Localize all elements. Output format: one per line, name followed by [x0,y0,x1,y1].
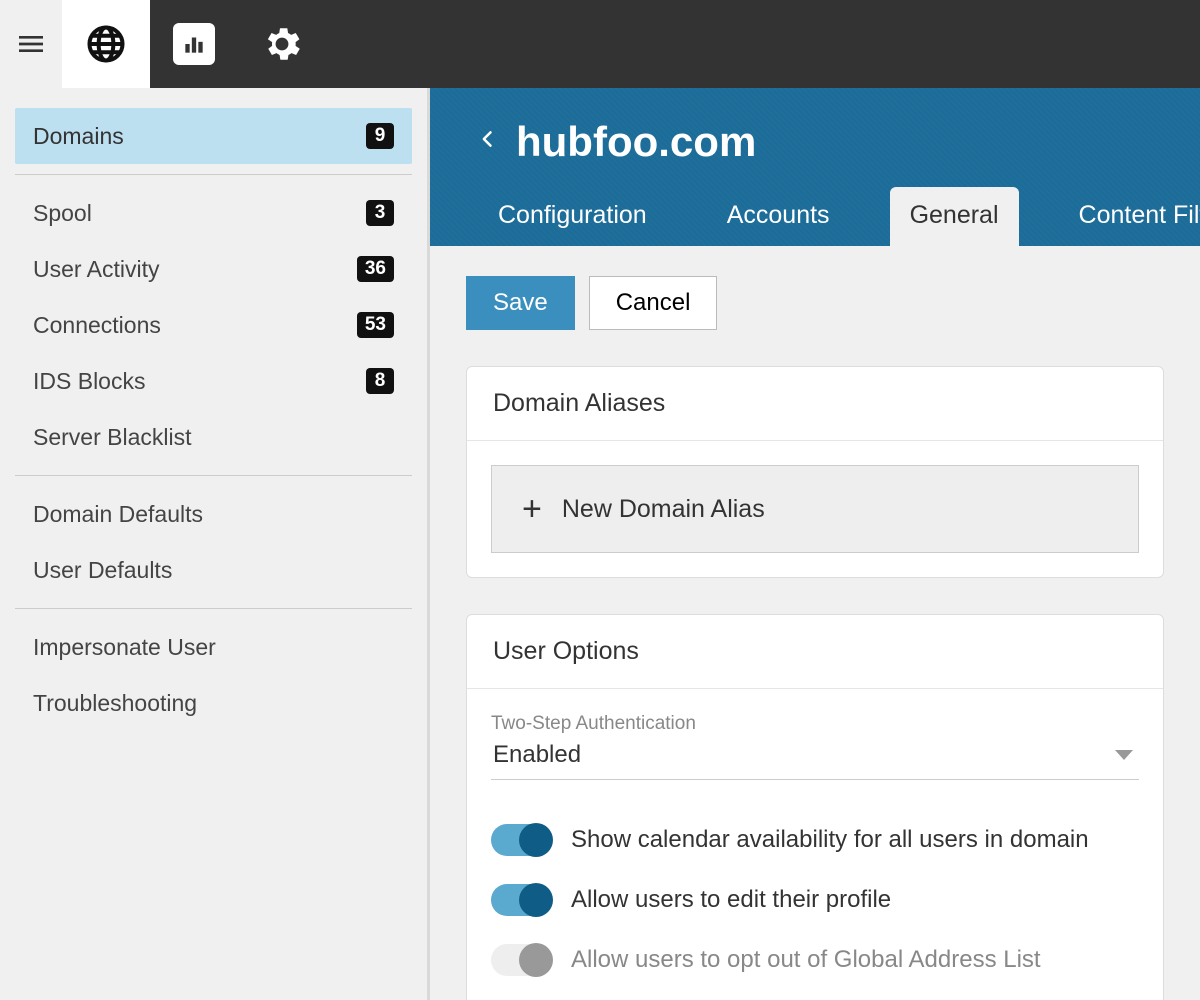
cancel-button[interactable]: Cancel [589,276,718,330]
tab-content-filtering[interactable]: Content Filtering [1059,187,1200,246]
toggle-edit-profile: Allow users to edit their profile [491,870,1139,930]
sidebar-item-domain-defaults[interactable]: Domain Defaults [15,486,412,542]
card-title: User Options [467,615,1163,689]
sidebar-item-ids-blocks[interactable]: IDS Blocks 8 [15,353,412,409]
domain-aliases-card: Domain Aliases + New Domain Alias [466,366,1164,578]
sidebar-item-domains[interactable]: Domains 9 [15,108,412,164]
toggle-label: Allow users to opt out of Global Address… [571,946,1041,974]
nav-tab-settings[interactable] [238,0,326,88]
chevron-down-icon [1115,750,1133,760]
sidebar-item-server-blacklist[interactable]: Server Blacklist [15,409,412,465]
toggle-switch[interactable] [491,824,551,856]
sidebar: Domains 9 Spool 3 User Activity 36 Conne… [0,88,430,1000]
hamburger-icon [15,28,47,60]
back-button[interactable] [478,125,498,160]
new-domain-alias-button[interactable]: + New Domain Alias [491,465,1139,553]
count-badge: 3 [366,200,394,226]
count-badge: 36 [357,256,394,282]
sidebar-divider [15,174,412,175]
select-value: Enabled [493,741,581,769]
sidebar-divider [15,608,412,609]
page-title: hubfoo.com [516,118,756,166]
sidebar-item-label: Impersonate User [33,634,216,661]
sidebar-item-impersonate-user[interactable]: Impersonate User [15,619,412,675]
save-button[interactable]: Save [466,276,575,330]
sidebar-item-label: User Activity [33,256,160,283]
sidebar-item-label: Domain Defaults [33,501,203,528]
count-badge: 8 [366,368,394,394]
globe-icon [84,22,128,66]
hamburger-menu-button[interactable] [0,0,62,88]
toggle-switch[interactable] [491,884,551,916]
plus-icon: + [522,492,542,526]
sidebar-item-user-defaults[interactable]: User Defaults [15,542,412,598]
page-header: hubfoo.com Configuration Accounts Genera… [430,88,1200,246]
chevron-left-icon [478,125,498,153]
sidebar-item-label: Troubleshooting [33,690,197,717]
tab-general[interactable]: General [890,187,1019,246]
toggle-opt-out-gal: Allow users to opt out of Global Address… [491,930,1139,990]
sidebar-item-label: Spool [33,200,92,227]
toggle-label: Show calendar availability for all users… [571,826,1089,854]
sidebar-item-spool[interactable]: Spool 3 [15,185,412,241]
bar-chart-icon [181,31,207,57]
count-badge: 53 [357,312,394,338]
page-tabs: Configuration Accounts General Content F… [430,186,1200,246]
two-step-auth-label: Two-Step Authentication [491,713,1139,735]
gear-icon [260,22,304,66]
count-badge: 9 [366,123,394,149]
nav-tab-domains[interactable] [62,0,150,88]
toggle-label: Allow users to edit their profile [571,886,891,914]
tab-configuration[interactable]: Configuration [478,187,667,246]
button-label: New Domain Alias [562,495,765,524]
sidebar-item-user-activity[interactable]: User Activity 36 [15,241,412,297]
sidebar-item-label: User Defaults [33,557,172,584]
sidebar-item-label: Connections [33,312,161,339]
nav-tab-reports[interactable] [150,0,238,88]
card-title: Domain Aliases [467,367,1163,441]
user-options-card: User Options Two-Step Authentication Ena… [466,614,1164,1000]
content: hubfoo.com Configuration Accounts Genera… [430,88,1200,1000]
topbar [0,0,1200,88]
action-buttons: Save Cancel [466,276,1164,330]
toggle-switch[interactable] [491,944,551,976]
two-step-auth-select[interactable]: Enabled [491,737,1139,780]
sidebar-item-label: Domains [33,123,124,150]
sidebar-divider [15,475,412,476]
tab-accounts[interactable]: Accounts [707,187,850,246]
toggle-calendar-availability: Show calendar availability for all users… [491,810,1139,870]
sidebar-item-label: Server Blacklist [33,424,191,451]
sidebar-item-label: IDS Blocks [33,368,145,395]
sidebar-item-troubleshooting[interactable]: Troubleshooting [15,675,412,731]
sidebar-item-connections[interactable]: Connections 53 [15,297,412,353]
